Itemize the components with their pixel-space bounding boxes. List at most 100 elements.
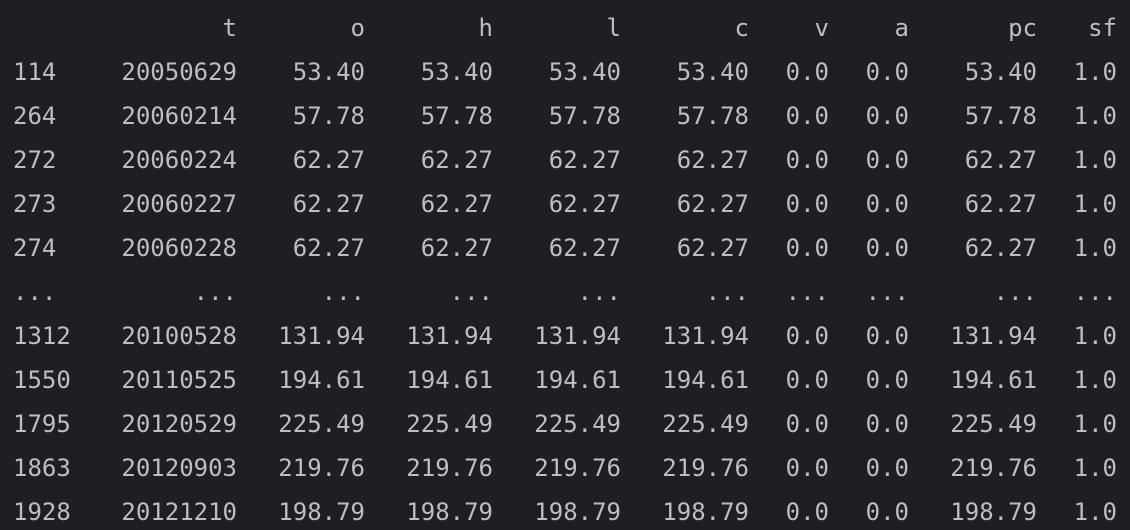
table-cell: 0.0 xyxy=(785,366,829,394)
row-index: 1863 xyxy=(13,454,71,482)
table-cell: 1.0 xyxy=(1073,190,1117,218)
table-cell: 0.0 xyxy=(865,102,909,130)
table-cell: 62.27 xyxy=(676,190,749,218)
table-cell: 198.79 xyxy=(950,498,1037,526)
column-header: o xyxy=(350,14,365,42)
table-row: 264 20060214 57.78 57.78 57.78 57.78 0.0 0.0 57.… xyxy=(0,94,1130,138)
column-header: l xyxy=(606,14,621,42)
table-cell: 0.0 xyxy=(785,58,829,86)
table-cell: ... xyxy=(577,278,621,306)
table-cell: 198.79 xyxy=(534,498,621,526)
table-cell: 194.61 xyxy=(534,366,621,394)
table-cell: 57.78 xyxy=(548,102,621,130)
table-cell: 225.49 xyxy=(662,410,749,438)
table-cell: 0.0 xyxy=(865,366,909,394)
table-cell: 57.78 xyxy=(964,102,1037,130)
table-cell: 0.0 xyxy=(865,498,909,526)
table-cell: 53.40 xyxy=(964,58,1037,86)
table-cell: 131.94 xyxy=(662,322,749,350)
table-cell: 57.78 xyxy=(420,102,493,130)
row-index: ... xyxy=(13,278,57,306)
table-cell: 0.0 xyxy=(865,58,909,86)
table-cell: 62.27 xyxy=(676,146,749,174)
table-cell: 53.40 xyxy=(548,58,621,86)
table-cell: 20060224 xyxy=(121,146,237,174)
table-cell: 198.79 xyxy=(662,498,749,526)
table-cell: 20100528 xyxy=(121,322,237,350)
table-cell: 131.94 xyxy=(534,322,621,350)
column-header: v xyxy=(814,14,829,42)
table-cell: 225.49 xyxy=(534,410,621,438)
table-cell: 225.49 xyxy=(278,410,365,438)
table-cell: 62.27 xyxy=(420,146,493,174)
table-cell: ... xyxy=(993,278,1037,306)
table-cell: ... xyxy=(865,278,909,306)
table-cell: 219.76 xyxy=(950,454,1037,482)
table-cell: 20060227 xyxy=(121,190,237,218)
table-cell: 131.94 xyxy=(950,322,1037,350)
table-cell: 62.27 xyxy=(292,234,365,262)
table-cell: 53.40 xyxy=(292,58,365,86)
table-cell: 0.0 xyxy=(785,322,829,350)
row-index: 114 xyxy=(13,58,57,86)
table-row: 1312 20100528 131.94 131.94 131.94 131.94 0.0 0… xyxy=(0,314,1130,358)
table-cell: 0.0 xyxy=(785,190,829,218)
column-header: a xyxy=(894,14,909,42)
table-cell: 0.0 xyxy=(865,190,909,218)
table-cell: 0.0 xyxy=(785,234,829,262)
table-cell: 1.0 xyxy=(1073,322,1117,350)
column-header: h xyxy=(478,14,493,42)
table-cell: 219.76 xyxy=(534,454,621,482)
table-cell: 219.76 xyxy=(278,454,365,482)
table-cell: 1.0 xyxy=(1073,102,1117,130)
table-cell: 20120903 xyxy=(121,454,237,482)
table-cell: 0.0 xyxy=(785,454,829,482)
table-cell: 62.27 xyxy=(548,146,621,174)
table-cell: 62.27 xyxy=(964,190,1037,218)
table-cell: 62.27 xyxy=(964,234,1037,262)
table-cell: 225.49 xyxy=(406,410,493,438)
table-row: 1550 20110525 194.61 194.61 194.61 194.61 0.0 0… xyxy=(0,358,1130,402)
table-cell: 20060228 xyxy=(121,234,237,262)
table-cell: 194.61 xyxy=(662,366,749,394)
table-cell: 57.78 xyxy=(292,102,365,130)
table-cell: 62.27 xyxy=(964,146,1037,174)
table-cell: 1.0 xyxy=(1073,410,1117,438)
table-cell: ... xyxy=(449,278,493,306)
table-cell: 62.27 xyxy=(548,190,621,218)
table-cell: 0.0 xyxy=(785,410,829,438)
table-row: 1928 20121210 198.79 198.79 198.79 198.79 0.0 0… xyxy=(0,490,1130,530)
table-cell: 1.0 xyxy=(1073,366,1117,394)
table-row: 1863 20120903 219.76 219.76 219.76 219.76 0.0 0… xyxy=(0,446,1130,490)
table-cell: 194.61 xyxy=(278,366,365,394)
table-cell: 20050629 xyxy=(121,58,237,86)
column-header: t xyxy=(222,14,237,42)
table-cell: 57.78 xyxy=(676,102,749,130)
table-cell: 0.0 xyxy=(785,498,829,526)
table-cell: 62.27 xyxy=(420,234,493,262)
table-row: .............................. xyxy=(0,270,1130,314)
row-index: 1312 xyxy=(13,322,71,350)
table-cell: 0.0 xyxy=(865,146,909,174)
table-row: 1795 20120529 225.49 225.49 225.49 225.49 0.0 0… xyxy=(0,402,1130,446)
table-row: 273 20060227 62.27 62.27 62.27 62.27 0.0 0.0 62.… xyxy=(0,182,1130,226)
row-index: 272 xyxy=(13,146,57,174)
table-cell: ... xyxy=(1073,278,1117,306)
column-header: pc xyxy=(1008,14,1037,42)
table-cell: ... xyxy=(785,278,829,306)
table-cell: 1.0 xyxy=(1073,454,1117,482)
table-cell: ... xyxy=(705,278,749,306)
table-header-row: t o h l c v a pc sf xyxy=(0,6,1130,50)
table-cell: 198.79 xyxy=(406,498,493,526)
table-cell: ... xyxy=(321,278,365,306)
table-cell: 0.0 xyxy=(865,234,909,262)
table-cell: 219.76 xyxy=(662,454,749,482)
row-index: 1795 xyxy=(13,410,71,438)
table-cell: 225.49 xyxy=(950,410,1037,438)
table-cell: 62.27 xyxy=(420,190,493,218)
table-cell: ... xyxy=(193,278,237,306)
table-cell: 53.40 xyxy=(676,58,749,86)
table-cell: 1.0 xyxy=(1073,58,1117,86)
table-cell: 131.94 xyxy=(278,322,365,350)
table-cell: 20110525 xyxy=(121,366,237,394)
